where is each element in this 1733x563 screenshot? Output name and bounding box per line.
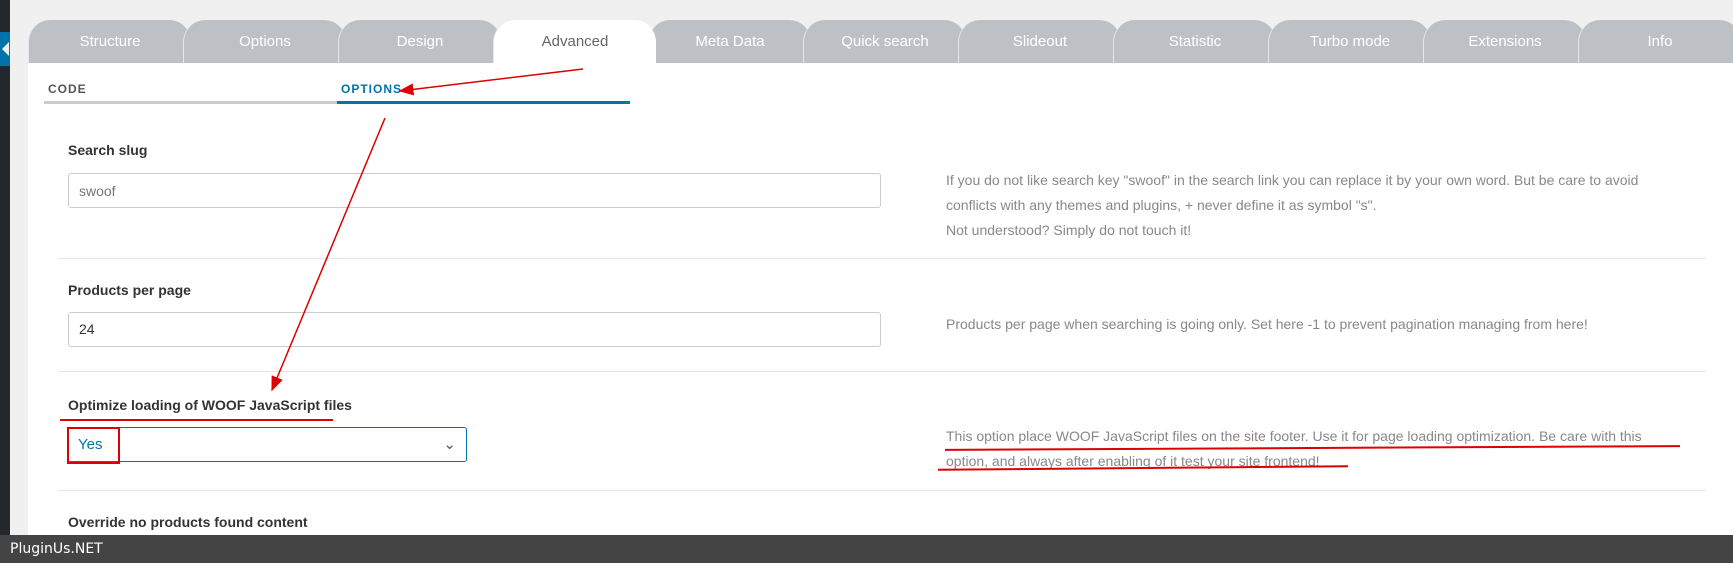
tab-extensions[interactable]: Extensions (1423, 20, 1586, 63)
search-slug-input[interactable] (68, 173, 881, 208)
active-menu-indicator (0, 32, 10, 66)
search-slug-label: Search slug (68, 142, 148, 158)
override-label: Override no products found content (68, 514, 308, 530)
desc-line: Not understood? Simply do not touch it! (946, 222, 1192, 238)
search-slug-description: If you do not like search key "swoof" in… (946, 168, 1638, 243)
tab-quick-search[interactable]: Quick search (803, 20, 966, 63)
optimize-js-select[interactable]: Yes ⌄ (67, 427, 467, 462)
tab-statistic[interactable]: Statistic (1113, 20, 1276, 63)
sub-tabs: CODE OPTIONS (44, 82, 630, 104)
divider (58, 490, 1706, 491)
annotation-underline (60, 419, 333, 421)
tab-slideout[interactable]: Slideout (958, 20, 1121, 63)
tab-meta-data[interactable]: Meta Data (648, 20, 811, 63)
divider (58, 258, 1706, 259)
products-per-page-input[interactable]: 24 (68, 312, 881, 347)
tab-options[interactable]: Options (183, 20, 346, 63)
desc-line: If you do not like search key "swoof" in… (946, 172, 1639, 188)
wp-admin-sidebar (0, 0, 10, 563)
desc-line: conflicts with any themes and plugins, +… (946, 197, 1377, 213)
tab-info[interactable]: Info (1578, 20, 1733, 63)
products-per-page-label: Products per page (68, 282, 191, 298)
subtab-code[interactable]: CODE (44, 82, 337, 104)
tab-design[interactable]: Design (338, 20, 501, 63)
desc-line: option, and always after enabling of it … (946, 453, 1320, 469)
divider (58, 371, 1706, 372)
tab-advanced[interactable]: Advanced (493, 20, 656, 63)
optimize-js-label: Optimize loading of WOOF JavaScript file… (68, 397, 352, 413)
annotation-box (67, 427, 120, 464)
tab-structure[interactable]: Structure (28, 20, 191, 63)
tab-turbo-mode[interactable]: Turbo mode (1268, 20, 1431, 63)
subtab-options[interactable]: OPTIONS (337, 82, 630, 104)
main-tabs: Structure Options Design Advanced Meta D… (28, 20, 1733, 63)
products-per-page-description: Products per page when searching is goin… (946, 316, 1588, 332)
chevron-down-icon: ⌄ (443, 436, 456, 453)
footer-watermark: PluginUs.NET (0, 535, 1733, 563)
